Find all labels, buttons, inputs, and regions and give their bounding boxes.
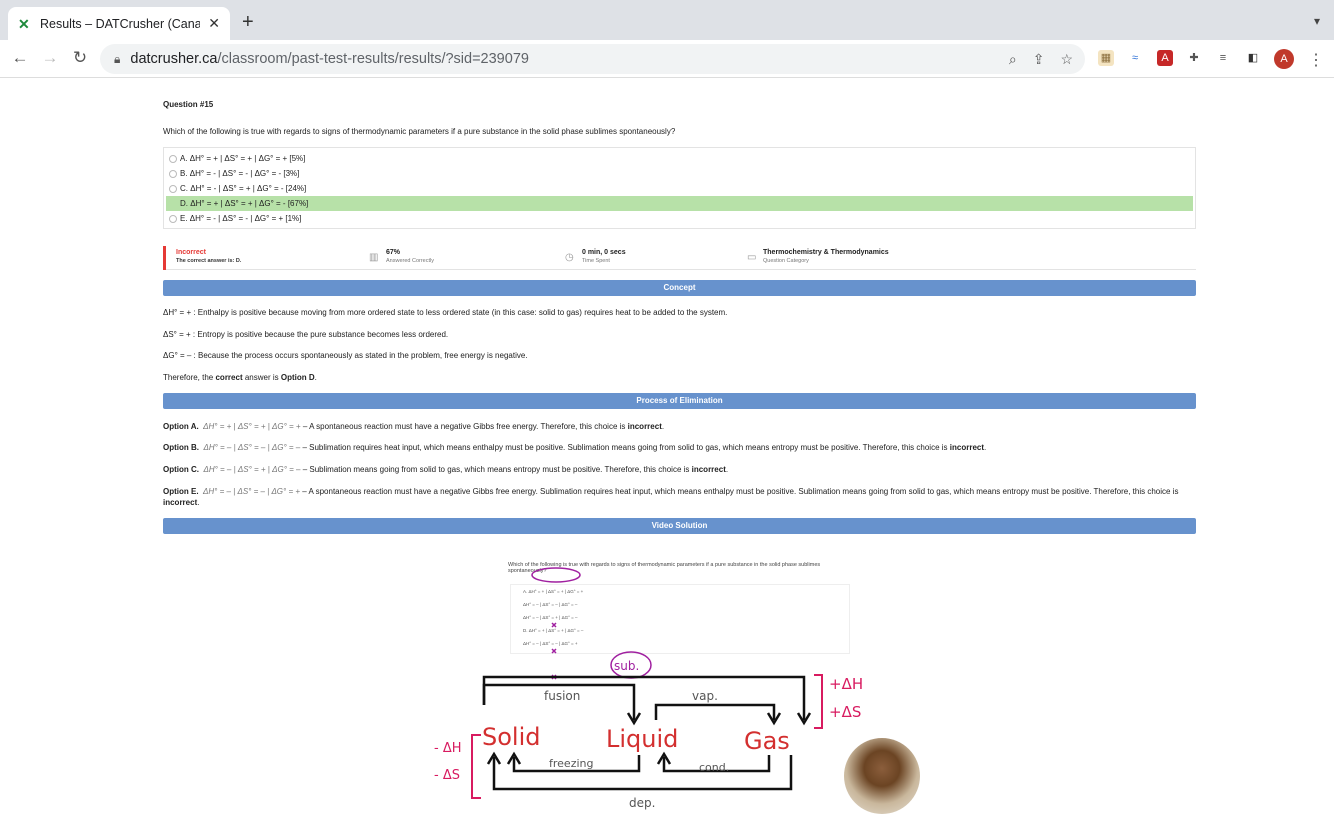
incorrect-indicator	[163, 246, 166, 270]
dep-label: dep.	[629, 796, 655, 810]
reload-button[interactable]: ↻	[70, 48, 90, 68]
profile-avatar[interactable]: A	[1274, 49, 1294, 69]
percent-value: 67%	[386, 249, 401, 256]
freezing-label: freezing	[549, 757, 593, 770]
question-number: Question #15	[163, 100, 214, 109]
category-label: Question Category	[763, 258, 809, 264]
choice-label: E. ΔH° = - | ΔS° = - | ΔG° = + [1%]	[180, 214, 302, 223]
elimination-item: Option B. ΔH° = – | ΔS° = – | ΔG° = – – …	[163, 443, 987, 452]
vap-label: vap.	[692, 689, 718, 703]
cond-label: cond.	[699, 761, 729, 774]
tab-bar: ✕ Results – DATCrusher (Canadia ✕ + ▾	[0, 0, 1334, 40]
category-stat: ▭ Thermochemistry & Thermodynamics Quest…	[747, 246, 1047, 270]
concept-conclusion: Therefore, the correct answer is Option …	[163, 373, 317, 382]
choice-label: C. ΔH° = - | ΔS° = + | ΔG° = - [24%]	[180, 184, 307, 193]
answer-choice[interactable]: C. ΔH° = - | ΔS° = + | ΔG° = - [24%]	[166, 181, 1193, 196]
extension-pdf-icon[interactable]: A	[1157, 50, 1173, 66]
result-stat: Incorrect The correct answer is: D.	[163, 246, 363, 270]
radio-icon[interactable]	[169, 214, 177, 223]
time-stat: ◷ 0 min, 0 secs Time Spent	[565, 246, 745, 270]
radio-icon[interactable]	[169, 169, 177, 178]
extension-wave-icon[interactable]: ≈	[1127, 50, 1143, 66]
minus-dh-label: - ΔH	[434, 741, 462, 756]
percent-label: Answered Correctly	[386, 258, 434, 264]
close-tab-icon[interactable]: ✕	[208, 15, 220, 32]
answer-choice[interactable]: B. ΔH° = - | ΔS° = - | ΔG° = - [3%]	[166, 166, 1193, 181]
answer-choice[interactable]: E. ΔH° = - | ΔS° = - | ΔG° = + [1%]	[166, 211, 1193, 226]
choice-label: D. ΔH° = + | ΔS° = + | ΔG° = - [67%]	[180, 199, 309, 208]
solid-label: Solid	[482, 723, 541, 751]
choice-label: B. ΔH° = - | ΔS° = - | ΔG° = - [3%]	[180, 169, 300, 178]
address-bar[interactable]: 🔒︎ datcrusher.ca/classroom/past-test-res…	[100, 44, 1085, 74]
elimination-header: Process of Elimination	[163, 393, 1196, 409]
bar-chart-icon: ▥	[369, 252, 379, 263]
time-value: 0 min, 0 secs	[582, 249, 626, 256]
site-favicon-icon: ✕	[18, 15, 30, 32]
answer-choices: A. ΔH° = + | ΔS° = + | ΔG° = + [5%] B. Δ…	[163, 147, 1196, 229]
side-panel-icon[interactable]: ◧	[1245, 50, 1261, 66]
extension-calculator-icon[interactable]: ▦	[1098, 50, 1114, 66]
concept-paragraph: ΔS° = + : Entropy is positive because th…	[163, 330, 449, 339]
bookmark-star-icon[interactable]: ☆	[1060, 51, 1073, 68]
question-text: Which of the following is true with rega…	[163, 127, 676, 136]
correct-answer-text: The correct answer is: D.	[176, 258, 242, 264]
percent-stat: ▥ 67% Answered Correctly	[369, 246, 549, 270]
url-host: datcrusher.ca	[130, 51, 218, 67]
new-tab-button[interactable]: +	[242, 12, 254, 32]
concept-paragraph: ΔG° = – : Because the process occurs spo…	[163, 351, 528, 360]
choice-label: A. ΔH° = + | ΔS° = + | ΔG° = + [5%]	[180, 154, 306, 163]
answer-choice-correct[interactable]: D. ΔH° = + | ΔS° = + | ΔG° = - [67%]	[166, 196, 1193, 211]
radio-icon[interactable]	[169, 154, 177, 163]
lock-icon[interactable]: 🔒︎	[114, 52, 120, 67]
category-value: Thermochemistry & Thermodynamics	[763, 249, 889, 256]
concept-paragraph: ΔH° = + : Enthalpy is positive because m…	[163, 308, 728, 317]
browser-toolbar: ← → ↻ 🔒︎ datcrusher.ca/classroom/past-te…	[0, 40, 1334, 78]
browser-menu-icon[interactable]: ⋮	[1308, 50, 1324, 70]
clock-icon: ◷	[565, 252, 574, 263]
liquid-label: Liquid	[606, 725, 678, 753]
result-status: Incorrect	[176, 249, 206, 256]
url-path: /classroom/past-test-results/results/?si…	[217, 51, 529, 67]
video-solution-header: Video Solution	[163, 518, 1196, 534]
forward-button[interactable]: →	[40, 48, 60, 68]
tab-title: Results – DATCrusher (Canadia	[40, 16, 201, 31]
gas-label: Gas	[744, 727, 790, 755]
sub-label: sub.	[614, 659, 639, 673]
radio-icon[interactable]	[169, 184, 177, 193]
time-label: Time Spent	[582, 258, 610, 264]
tab-search-chevron-icon[interactable]: ▾	[1314, 14, 1320, 28]
media-queue-icon[interactable]: ≡	[1215, 50, 1231, 66]
zoom-icon[interactable]: ⌕	[1009, 51, 1017, 68]
share-icon[interactable]: ⇪	[1033, 51, 1045, 68]
elimination-item: Option E. ΔH° = – | ΔS° = – | ΔG° = + – …	[163, 487, 1179, 507]
browser-tab[interactable]: ✕ Results – DATCrusher (Canadia ✕	[8, 7, 230, 40]
concept-header: Concept	[163, 280, 1196, 296]
plus-dh-label: +ΔH	[829, 675, 863, 693]
calendar-icon: ▭	[747, 252, 757, 263]
back-button[interactable]: ←	[10, 48, 30, 68]
elimination-item: Option A. ΔH° = + | ΔS° = + | ΔG° = + – …	[163, 422, 665, 431]
extensions-puzzle-icon[interactable]: ✚	[1186, 50, 1202, 66]
radio-icon[interactable]	[169, 200, 177, 208]
fusion-label: fusion	[544, 689, 580, 703]
answer-choice[interactable]: A. ΔH° = + | ΔS° = + | ΔG° = + [5%]	[166, 151, 1193, 166]
minus-ds-label: - ΔS	[434, 768, 460, 783]
plus-ds-label: +ΔS	[829, 703, 861, 721]
video-player[interactable]: Which of the following is true with rega…	[434, 545, 924, 834]
elimination-item: Option C. ΔH° = – | ΔS° = + | ΔG° = – – …	[163, 465, 729, 474]
result-stats: Incorrect The correct answer is: D. ▥ 67…	[163, 246, 1196, 270]
instructor-webcam-image	[844, 738, 920, 814]
